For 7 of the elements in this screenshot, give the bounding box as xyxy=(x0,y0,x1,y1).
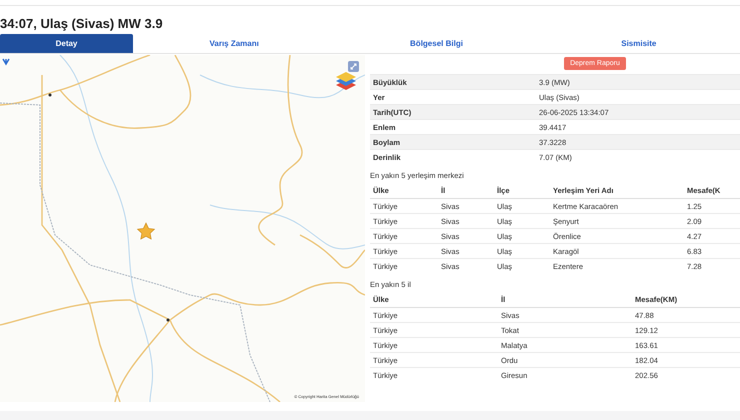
tab[interactable]: Bölgesel Bilgi xyxy=(335,34,538,53)
page-title: 34:07, Ulaş (Sivas) MW 3.9 xyxy=(0,15,164,33)
tab[interactable]: Detay xyxy=(0,34,133,53)
tab[interactable]: Sismisite xyxy=(538,34,740,53)
expand-icon xyxy=(350,63,357,70)
tab[interactable]: Varış Zamanı xyxy=(133,34,336,53)
fullscreen-button[interactable] xyxy=(348,61,359,72)
